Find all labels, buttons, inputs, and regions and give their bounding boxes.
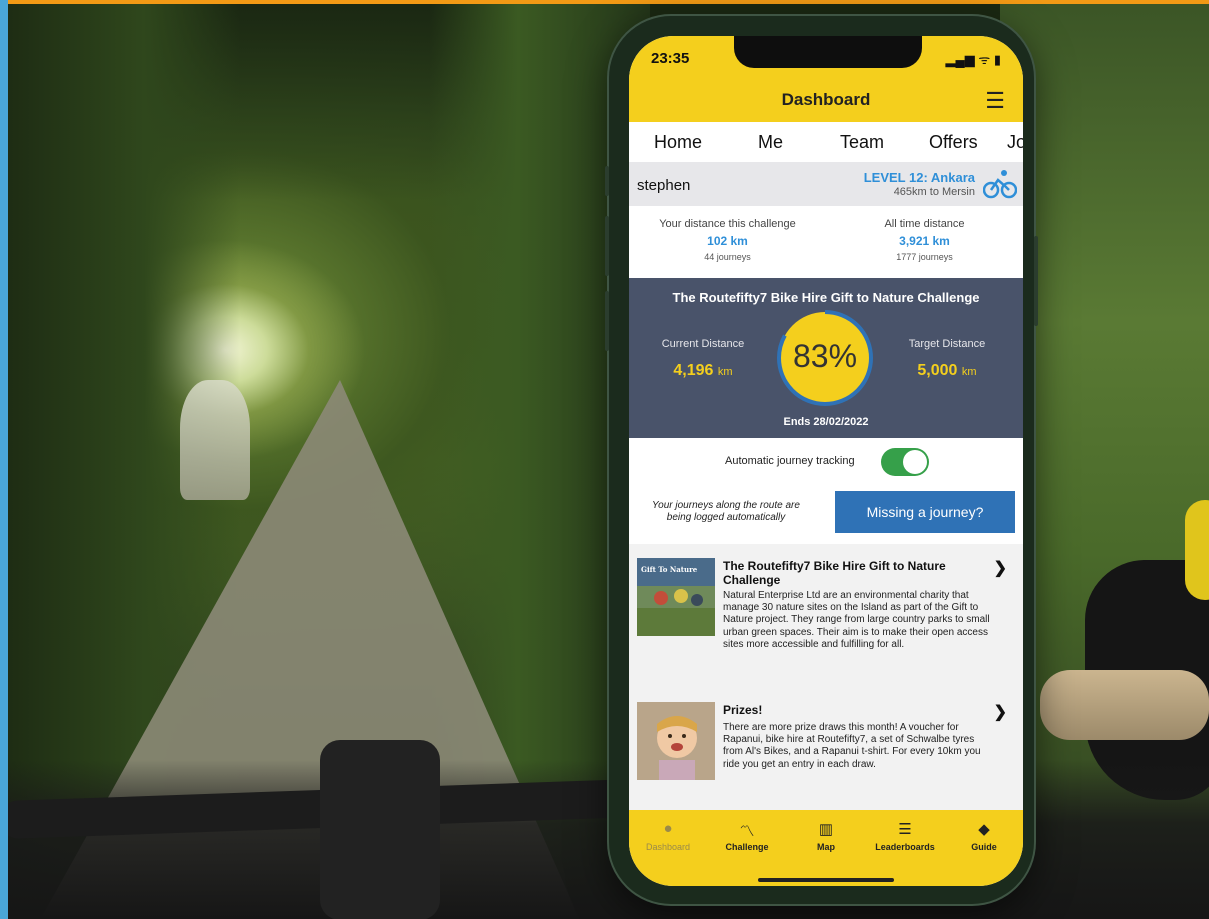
- map-icon: ▥: [818, 821, 834, 838]
- challenge-distance-stat: Your distance this challenge 102 km 44 j…: [629, 218, 826, 262]
- stat-value: 3,921 km: [899, 234, 950, 248]
- mute-switch: [605, 166, 609, 196]
- chevron-right-icon[interactable]: ❯: [994, 702, 1007, 722]
- auto-logging-note: Your journeys along the route are being …: [652, 500, 800, 523]
- left-accent-stripe: [0, 0, 8, 919]
- trend-icon: 〽: [739, 823, 755, 840]
- tracking-row: Automatic journey tracking: [629, 438, 1023, 486]
- level-label: LEVEL 12: Ankara: [863, 170, 975, 185]
- app-screen: 23:35 ▂▄▆ ᯤ ▮ Dashboard ☰ Home Me Team O…: [629, 36, 1023, 886]
- feed-body: Natural Enterprise Ltd are an environmen…: [723, 590, 990, 650]
- volume-up-button: [605, 216, 609, 276]
- tab-home[interactable]: Home: [654, 132, 702, 153]
- current-distance: Current Distance 4,196 km: [647, 338, 759, 380]
- hamburger-icon[interactable]: ☰: [985, 88, 1005, 114]
- tracking-toggle[interactable]: [881, 448, 929, 476]
- tab-team[interactable]: Team: [840, 132, 884, 153]
- bicycle-icon: [983, 170, 1017, 199]
- glove-accent: [1185, 500, 1209, 600]
- missing-journey-row: Your journeys along the route are being …: [629, 486, 1023, 544]
- user-level-bar: stephen LEVEL 12: Ankara 465km to Mersin: [629, 162, 1023, 206]
- current-distance-label: Current Distance: [661, 338, 745, 350]
- direction-icon: ◆: [978, 821, 990, 838]
- toggle-knob: [903, 450, 927, 474]
- username: stephen: [637, 177, 691, 194]
- volume-down-button: [605, 291, 609, 351]
- tab-bar: Home Me Team Offers Jo: [629, 122, 1023, 162]
- nav-label: Leaderboards: [875, 842, 935, 852]
- stat-label: All time distance: [884, 218, 965, 230]
- nav-label: Dashboard: [645, 842, 691, 852]
- missing-journey-button[interactable]: Missing a journey?: [835, 491, 1015, 533]
- feed-card[interactable]: Gift To Nature The Routefifty7 Bike Hire…: [629, 544, 1023, 689]
- challenge-panel[interactable]: The Routefifty7 Bike Hire Gift to Nature…: [629, 278, 1023, 438]
- handlebar-grip: [1040, 670, 1209, 740]
- target-distance-label: Target Distance: [908, 338, 986, 350]
- status-indicators: ▂▄▆ ᯤ ▮: [945, 52, 1001, 67]
- nav-challenge[interactable]: 〽 Challenge: [712, 820, 782, 852]
- feed-body: There are more prize draws this month! A…: [723, 722, 981, 770]
- stat-journeys: 44 journeys: [704, 252, 751, 262]
- tab-jo[interactable]: Jo: [1007, 132, 1023, 153]
- tab-offers[interactable]: Offers: [929, 132, 978, 153]
- target-distance: Target Distance 5,000 km: [891, 338, 1003, 380]
- home-indicator[interactable]: [758, 878, 894, 882]
- page-title: Dashboard: [781, 90, 871, 109]
- feed-title: Prizes!: [723, 703, 763, 717]
- tab-me[interactable]: Me: [758, 132, 783, 153]
- challenge-end-date: Ends 28/02/2022: [783, 416, 869, 428]
- target-distance-value: 5,000 km: [917, 362, 977, 379]
- alltime-distance-stat: All time distance 3,921 km 1777 journeys: [826, 218, 1023, 262]
- lane-light: [180, 380, 250, 500]
- progress-percent: 83%: [792, 338, 858, 374]
- nav-map[interactable]: ▥ Map: [791, 820, 861, 852]
- nav-leaderboards[interactable]: ☰ Leaderboards: [870, 820, 940, 852]
- nav-guide[interactable]: ◆ Guide: [949, 820, 1019, 852]
- next-level-distance: 465km to Mersin: [893, 186, 975, 198]
- feed-card[interactable]: Prizes! There are more prize draws this …: [629, 688, 1023, 810]
- gift-to-nature-thumbnail: Gift To Nature: [637, 558, 715, 636]
- chevron-right-icon[interactable]: ❯: [994, 558, 1007, 578]
- nav-dashboard[interactable]: ● Dashboard: [633, 820, 703, 852]
- top-accent-stripe: [0, 0, 1209, 4]
- stat-value: 102 km: [707, 234, 748, 248]
- thumbnail-logo-text: Gift To Nature: [641, 565, 698, 574]
- stat-journeys: 1777 journeys: [896, 252, 953, 262]
- nav-label: Map: [817, 842, 835, 852]
- nav-label: Challenge: [725, 842, 769, 852]
- distance-stats: Your distance this challenge 102 km 44 j…: [629, 206, 1023, 278]
- list-icon: ☰: [898, 821, 912, 838]
- notch: [734, 36, 922, 68]
- challenge-title: The Routefifty7 Bike Hire Gift to Nature…: [672, 290, 980, 305]
- person-icon: ●: [663, 820, 673, 837]
- bottom-nav: ● Dashboard 〽 Challenge ▥ Map ☰ Leaderbo…: [629, 810, 1023, 886]
- phone-mockup: 23:35 ▂▄▆ ᯤ ▮ Dashboard ☰ Home Me Team O…: [605, 16, 1038, 904]
- nav-label: Guide: [971, 842, 997, 852]
- handlebar-stem: [320, 740, 440, 919]
- feed-title: The Routefifty7 Bike Hire Gift to Nature…: [723, 559, 946, 587]
- stat-label: Your distance this challenge: [659, 218, 796, 230]
- status-time: 23:35: [651, 50, 690, 67]
- news-feed: Gift To Nature The Routefifty7 Bike Hire…: [629, 544, 1023, 810]
- progress-ring: 83%: [775, 308, 875, 408]
- tracking-label: Automatic journey tracking: [725, 455, 855, 467]
- app-header: Dashboard ☰: [629, 80, 1023, 122]
- current-distance-value: 4,196 km: [673, 362, 733, 379]
- power-button: [1034, 236, 1038, 326]
- prizes-thumbnail: [637, 702, 715, 780]
